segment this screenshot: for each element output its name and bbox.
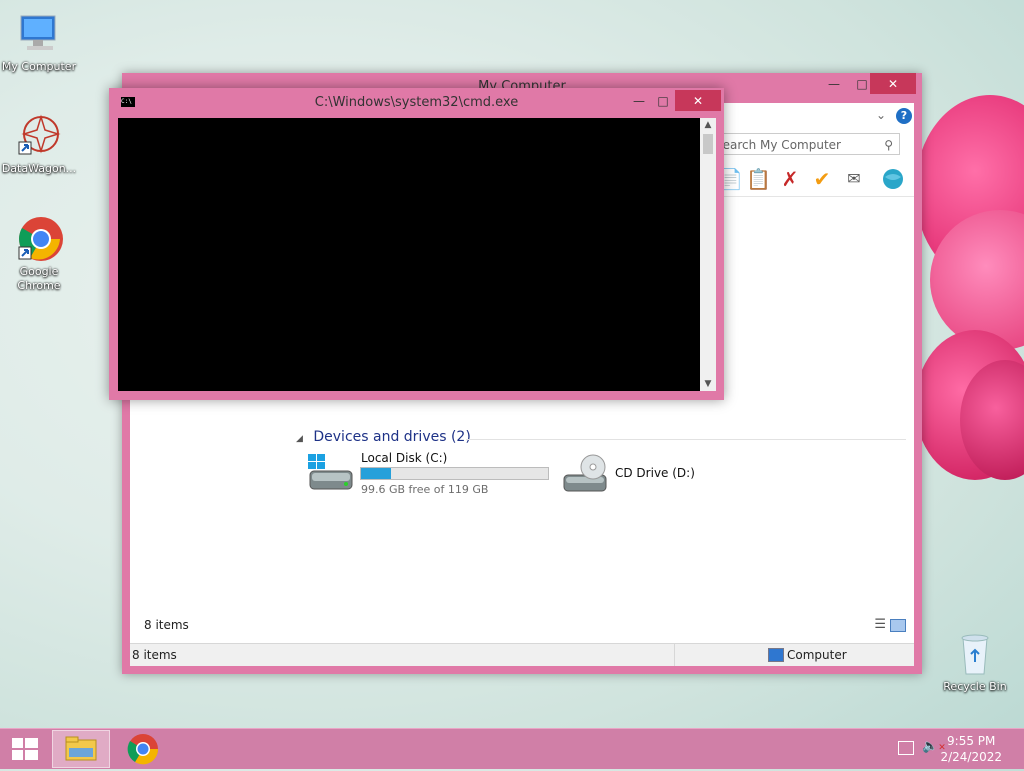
taskbar: 🔈✕ 9:55 PM 2/24/2022 [0,728,1024,769]
start-icon [12,738,38,760]
file-explorer-icon [65,736,97,761]
paste-icon[interactable]: 📋 [746,167,771,191]
item-count: 8 items [144,618,189,632]
status-location: Computer [787,648,847,662]
status-bar: 8 items Computer [130,643,914,666]
desktop-icon-label: My Computer [1,60,77,73]
clock-date: 2/24/2022 [940,750,1002,764]
desktop-icon-label: Google Chrome [17,265,61,292]
minimize-icon: — [633,94,645,108]
globe-icon[interactable] [881,167,905,191]
chrome-icon [127,734,159,765]
drive-local-disk-c[interactable]: Local Disk (C:) 99.6 GB free of 119 GB [306,451,556,499]
delete-icon[interactable]: ✗ [778,167,802,191]
cmd-vertical-scrollbar[interactable]: ▲ ▼ [700,118,716,391]
maximize-icon: □ [856,77,868,91]
drive-name: CD Drive (D:) [615,466,695,480]
hard-drive-icon [306,453,354,497]
scroll-thumb[interactable] [703,134,713,154]
desktop-icon-label: DataWagon... [1,162,77,175]
cmd-window[interactable]: C:\ C:\Windows\system32\cmd.exe — □ ✕ ▲ … [109,88,724,400]
desktop-icon-label: Recycle Bin [943,680,1007,693]
status-divider [674,644,675,666]
network-icon[interactable] [898,741,914,755]
cmd-maximize-button[interactable]: □ [649,90,677,111]
computer-icon [15,10,63,58]
checkmark-icon[interactable]: ✔ [810,167,834,191]
desktop-icon-my-computer[interactable]: My Computer [0,10,81,74]
close-button[interactable]: ✕ [870,73,916,94]
large-icons-view-icon[interactable] [890,619,906,632]
search-placeholder: Search My Computer [715,138,841,152]
close-icon: ✕ [887,77,899,91]
cmd-close-button[interactable]: ✕ [675,90,721,111]
start-button[interactable] [0,730,58,768]
desktop-icon-recycle-bin[interactable]: Recycle Bin [933,630,1017,694]
drive-usage-fill [361,468,391,479]
cmd-console[interactable] [118,118,700,391]
devices-group-title: Devices and drives (2) [313,429,471,445]
maximize-icon: □ [657,94,669,108]
drive-cd-d[interactable]: CD Drive (D:) [560,451,710,499]
scroll-up-icon[interactable]: ▲ [700,118,716,132]
system-clock[interactable]: 9:55 PM 2/24/2022 [940,733,1002,765]
scroll-down-icon[interactable]: ▼ [700,377,716,391]
desktop-icon-datawagon[interactable]: DataWagon... [0,112,81,176]
close-icon: ✕ [692,94,704,108]
taskbar-file-explorer[interactable] [52,730,110,768]
minimize-icon: — [828,77,840,91]
status-item-count: 8 items [132,648,177,662]
chrome-icon [15,215,63,263]
taskbar-chrome[interactable] [114,730,172,768]
search-icon: ⚲ [884,138,893,152]
desktop-icon-google-chrome[interactable]: Google Chrome [0,215,81,293]
devices-group-header[interactable]: ◢ Devices and drives (2) [296,429,471,445]
minimize-button[interactable]: — [820,73,848,94]
drive-free-space: 99.6 GB free of 119 GB [361,483,489,496]
drive-name: Local Disk (C:) [361,451,448,465]
cd-drive-icon [560,453,610,497]
collapse-triangle-icon: ◢ [296,434,303,444]
clock-time: 9:55 PM [947,734,996,748]
datawagon-icon [15,112,63,160]
chevron-down-icon[interactable]: ⌄ [876,108,886,122]
recycle-bin-icon [951,630,999,678]
rename-icon[interactable]: ✉ [842,167,866,191]
group-divider [466,439,906,440]
drive-usage-bar [360,467,549,480]
details-view-icon[interactable]: ☰ [874,617,886,632]
help-icon[interactable]: ? [896,108,912,124]
search-input[interactable]: Search My Computer ⚲ [710,133,900,155]
computer-icon [768,648,784,662]
